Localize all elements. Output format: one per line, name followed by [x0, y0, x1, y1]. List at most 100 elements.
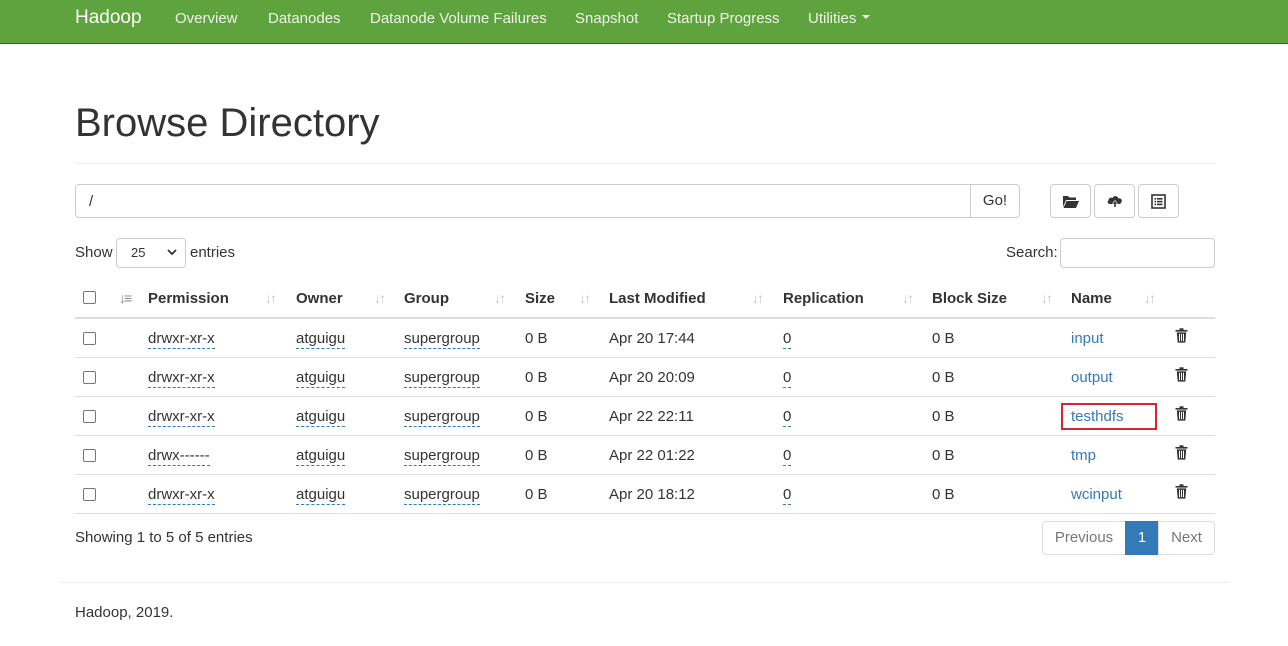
row-checkbox[interactable]	[83, 449, 96, 462]
size-cell: 0 B	[525, 447, 548, 464]
column-header-group[interactable]: Group	[404, 290, 449, 307]
modified-cell: Apr 20 18:12	[609, 486, 695, 503]
row-checkbox[interactable]	[83, 371, 96, 384]
row-checkbox[interactable]	[83, 332, 96, 345]
column-header-replication[interactable]: Replication	[783, 290, 864, 307]
permission-cell[interactable]: drwx------	[148, 447, 210, 466]
replication-cell[interactable]: 0	[783, 486, 792, 505]
modified-cell: Apr 22 01:22	[609, 447, 695, 464]
nav-overview[interactable]: Overview	[175, 10, 238, 27]
block-size-cell: 0 B	[932, 447, 955, 464]
owner-cell[interactable]: atguigu	[296, 447, 346, 466]
table-row: drwxr-xr-x atguigu supergroup 0 B Apr 22…	[75, 397, 1215, 436]
sort-icon[interactable]: ↓↑	[494, 290, 506, 306]
group-cell[interactable]: supergroup	[404, 330, 480, 349]
sort-icon[interactable]: ↓↑	[1144, 290, 1156, 306]
owner-cell[interactable]: atguigu	[296, 408, 346, 427]
permission-cell[interactable]: drwxr-xr-x	[148, 330, 215, 349]
next-page-button[interactable]: Next	[1158, 521, 1215, 555]
select-all-checkbox[interactable]	[83, 291, 96, 304]
footer-text: Hadoop, 2019.	[75, 604, 174, 621]
top-navbar: Hadoop Overview Datanodes Datanode Volum…	[0, 0, 1288, 44]
trash-icon[interactable]	[1175, 367, 1188, 382]
nav-utilities-label: Utilities	[808, 10, 857, 27]
group-cell[interactable]: supergroup	[404, 369, 480, 388]
folder-open-icon	[1062, 195, 1079, 208]
footer-divider	[60, 582, 1230, 583]
replication-cell[interactable]: 0	[783, 330, 792, 349]
sort-asc-icon[interactable]: ↓≡	[119, 290, 132, 306]
name-link[interactable]: testhdfs	[1071, 408, 1124, 425]
table-info: Showing 1 to 5 of 5 entries	[75, 529, 253, 546]
trash-icon[interactable]	[1175, 484, 1188, 499]
owner-cell[interactable]: atguigu	[296, 330, 346, 349]
size-cell: 0 B	[525, 369, 548, 386]
show-label: Show	[75, 244, 113, 261]
brand-link[interactable]: Hadoop	[75, 7, 142, 29]
search-input[interactable]	[1060, 238, 1215, 268]
column-header-name[interactable]: Name	[1071, 290, 1112, 307]
nav-datanodes[interactable]: Datanodes	[268, 10, 341, 27]
modified-cell: Apr 20 17:44	[609, 330, 695, 347]
page-1-button[interactable]: 1	[1125, 521, 1159, 555]
nav-volume-failures[interactable]: Datanode Volume Failures	[370, 10, 547, 27]
sort-icon[interactable]: ↓↑	[1041, 290, 1053, 306]
size-cell: 0 B	[525, 486, 548, 503]
name-link[interactable]: output	[1071, 369, 1113, 386]
cloud-upload-icon	[1107, 196, 1122, 207]
entries-label: entries	[190, 244, 236, 261]
sort-icon[interactable]: ↓↑	[374, 290, 386, 306]
trash-icon[interactable]	[1175, 406, 1188, 421]
permission-cell[interactable]: drwxr-xr-x	[148, 408, 215, 427]
trash-icon[interactable]	[1175, 445, 1188, 460]
column-header-size[interactable]: Size	[525, 290, 555, 307]
directory-path-input[interactable]	[75, 184, 971, 218]
cut-paste-button[interactable]	[1138, 184, 1179, 218]
table-row: drwx------ atguigu supergroup 0 B Apr 22…	[75, 436, 1215, 475]
group-cell[interactable]: supergroup	[404, 408, 480, 427]
search-label: Search:	[1006, 244, 1058, 261]
replication-cell[interactable]: 0	[783, 369, 792, 388]
row-checkbox[interactable]	[83, 488, 96, 501]
permission-cell[interactable]: drwxr-xr-x	[148, 369, 215, 388]
replication-cell[interactable]: 0	[783, 408, 792, 427]
column-header-owner[interactable]: Owner	[296, 290, 343, 307]
trash-icon[interactable]	[1175, 328, 1188, 343]
group-cell[interactable]: supergroup	[404, 447, 480, 466]
page-title: Browse Directory	[75, 101, 380, 145]
nav-startup-progress[interactable]: Startup Progress	[667, 10, 780, 27]
nav-snapshot[interactable]: Snapshot	[575, 10, 638, 27]
sort-icon[interactable]: ↓↑	[265, 290, 277, 306]
list-alt-icon	[1151, 193, 1166, 209]
size-cell: 0 B	[525, 408, 548, 425]
upload-files-button[interactable]	[1094, 184, 1135, 218]
entries-select-value: 25	[131, 245, 146, 260]
column-header-block-size[interactable]: Block Size	[932, 290, 1007, 307]
sort-icon[interactable]: ↓↑	[902, 290, 914, 306]
table-row: drwxr-xr-x atguigu supergroup 0 B Apr 20…	[75, 358, 1215, 397]
permission-cell[interactable]: drwxr-xr-x	[148, 486, 215, 505]
create-directory-button[interactable]	[1050, 184, 1091, 218]
block-size-cell: 0 B	[932, 486, 955, 503]
owner-cell[interactable]: atguigu	[296, 369, 346, 388]
owner-cell[interactable]: atguigu	[296, 486, 346, 505]
name-link[interactable]: tmp	[1071, 447, 1096, 464]
block-size-cell: 0 B	[932, 330, 955, 347]
column-header-last-modified[interactable]: Last Modified	[609, 290, 706, 307]
block-size-cell: 0 B	[932, 369, 955, 386]
sort-icon[interactable]: ↓↑	[579, 290, 591, 306]
title-divider	[75, 163, 1215, 164]
size-cell: 0 B	[525, 330, 548, 347]
sort-icon[interactable]: ↓↑	[752, 290, 764, 306]
row-checkbox[interactable]	[83, 410, 96, 423]
group-cell[interactable]: supergroup	[404, 486, 480, 505]
caret-down-icon	[862, 15, 871, 20]
entries-per-page-select[interactable]: 25	[116, 238, 186, 268]
nav-utilities-dropdown[interactable]: Utilities	[808, 10, 871, 27]
column-header-permission[interactable]: Permission	[148, 290, 229, 307]
previous-page-button[interactable]: Previous	[1042, 521, 1126, 555]
replication-cell[interactable]: 0	[783, 447, 792, 466]
name-link[interactable]: input	[1071, 330, 1104, 347]
name-link[interactable]: wcinput	[1071, 486, 1122, 503]
go-button[interactable]: Go!	[970, 184, 1020, 218]
